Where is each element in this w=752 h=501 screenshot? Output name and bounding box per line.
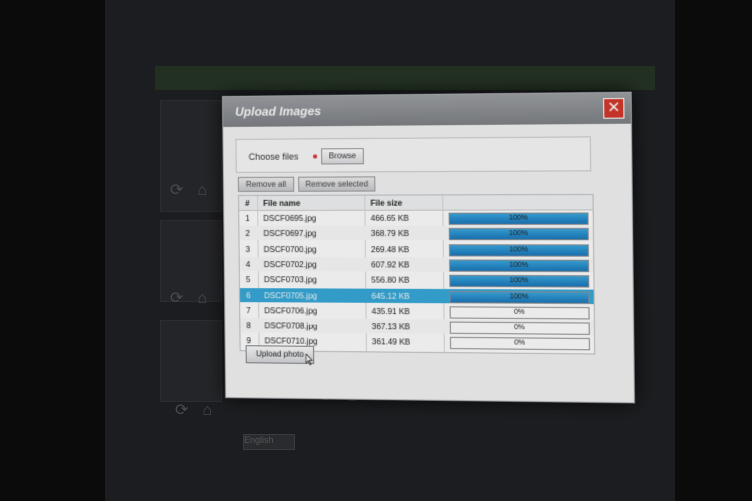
row-number: 2: [245, 229, 250, 239]
required-indicator: [313, 154, 318, 159]
file-table: # File name File size 1 DSCF0695.jpg 466.6…: [238, 193, 596, 355]
refresh-home-icons: ⟳⌂: [175, 402, 227, 419]
row-file-name: DSCF0697.jpg: [263, 229, 317, 239]
language-select[interactable]: English: [243, 434, 295, 450]
row-progress-bar: 100%: [449, 259, 590, 273]
row-number: 4: [245, 259, 251, 269]
background-cell: [160, 320, 222, 402]
background-tab-strip: [155, 66, 655, 90]
row-file-name: DSCF0702.jpg: [263, 259, 317, 270]
progress-text: 100%: [509, 292, 529, 301]
progress-text: 100%: [509, 261, 529, 269]
browse-button[interactable]: Browse: [321, 148, 364, 165]
row-progress-bar: 100%: [448, 212, 589, 225]
row-progress-bar: 0%: [449, 337, 590, 351]
remove-selected-button[interactable]: Remove selected: [298, 176, 376, 192]
row-file-size: 269.48 KB: [370, 244, 410, 254]
header-file-size: File size: [370, 198, 403, 208]
table-row[interactable]: 6 DSCF0705.jpg 645.12 KB 100%: [239, 287, 594, 304]
row-file-name: DSCF0703.jpg: [263, 275, 317, 285]
progress-text: 0%: [514, 339, 525, 348]
row-file-name: DSCF0700.jpg: [263, 244, 317, 254]
row-progress-bar: 0%: [449, 306, 590, 320]
table-row[interactable]: 3 DSCF0700.jpg 269.48 KB 100%: [240, 242, 594, 257]
row-file-size: 607.92 KB: [371, 260, 410, 270]
header-num: #: [245, 198, 250, 208]
progress-text: 100%: [508, 214, 528, 222]
row-file-size: 361.49 KB: [371, 337, 411, 348]
row-number: 7: [246, 305, 251, 315]
row-number: 8: [246, 321, 251, 331]
table-row[interactable]: 5 DSCF0703.jpg 556.80 KB 100%: [240, 272, 594, 288]
cursor-icon: [304, 354, 314, 366]
row-file-size: 435.91 KB: [371, 306, 410, 317]
choose-files-box: Choose files Browse: [235, 136, 592, 173]
table-row[interactable]: 7 DSCF0706.jpg 435.91 KB 0%: [240, 303, 594, 320]
row-file-size: 367.13 KB: [371, 322, 411, 332]
progress-text: 100%: [509, 230, 528, 238]
row-progress-bar: 100%: [449, 290, 590, 304]
row-file-name: DSCF0708.jpg: [264, 321, 318, 331]
progress-text: 0%: [514, 324, 525, 332]
row-number: 3: [245, 244, 251, 254]
row-file-name: DSCF0705.jpg: [264, 290, 318, 301]
table-row[interactable]: 8 DSCF0708.jpg 367.13 KB 0%: [240, 318, 595, 336]
dialog-titlebar: Upload Images ✕: [223, 92, 631, 127]
table-row[interactable]: 1 DSCF0695.jpg 466.65 KB 100%: [239, 210, 593, 225]
progress-text: 100%: [509, 277, 529, 285]
row-file-size: 368.79 KB: [370, 229, 410, 239]
close-icon[interactable]: ✕: [603, 97, 625, 119]
table-row[interactable]: 4 DSCF0702.jpg 607.92 KB 100%: [239, 256, 594, 273]
row-progress-bar: 100%: [449, 274, 590, 288]
row-file-size: 466.65 KB: [370, 213, 409, 223]
header-file-name: File name: [263, 198, 301, 208]
row-file-name: DSCF0706.jpg: [264, 306, 318, 316]
dialog-title: Upload Images: [235, 104, 322, 119]
row-file-size: 645.12 KB: [371, 291, 410, 301]
row-file-size: 556.80 KB: [371, 275, 410, 285]
row-progress-bar: 0%: [449, 321, 590, 335]
row-progress-bar: 100%: [448, 243, 589, 257]
choose-files-label: Choose files: [248, 151, 299, 162]
table-row[interactable]: 2 DSCF0697.jpg 368.79 KB 100%: [239, 226, 594, 241]
upload-images-dialog: Upload Images ✕ Choose files Browse Remo…: [222, 91, 636, 404]
row-file-name: DSCF0695.jpg: [263, 213, 317, 223]
table-header: # File name File size: [239, 194, 593, 211]
row-number: 5: [245, 275, 251, 285]
row-number: 6: [246, 290, 251, 300]
remove-all-button[interactable]: Remove all: [237, 176, 295, 192]
row-number: 1: [245, 213, 250, 223]
progress-text: 100%: [509, 245, 528, 254]
row-progress-bar: 100%: [448, 228, 589, 241]
refresh-home-icons: ⟳⌂: [170, 182, 222, 199]
progress-text: 0%: [513, 308, 525, 316]
refresh-home-icons: ⟳⌂: [170, 290, 222, 307]
